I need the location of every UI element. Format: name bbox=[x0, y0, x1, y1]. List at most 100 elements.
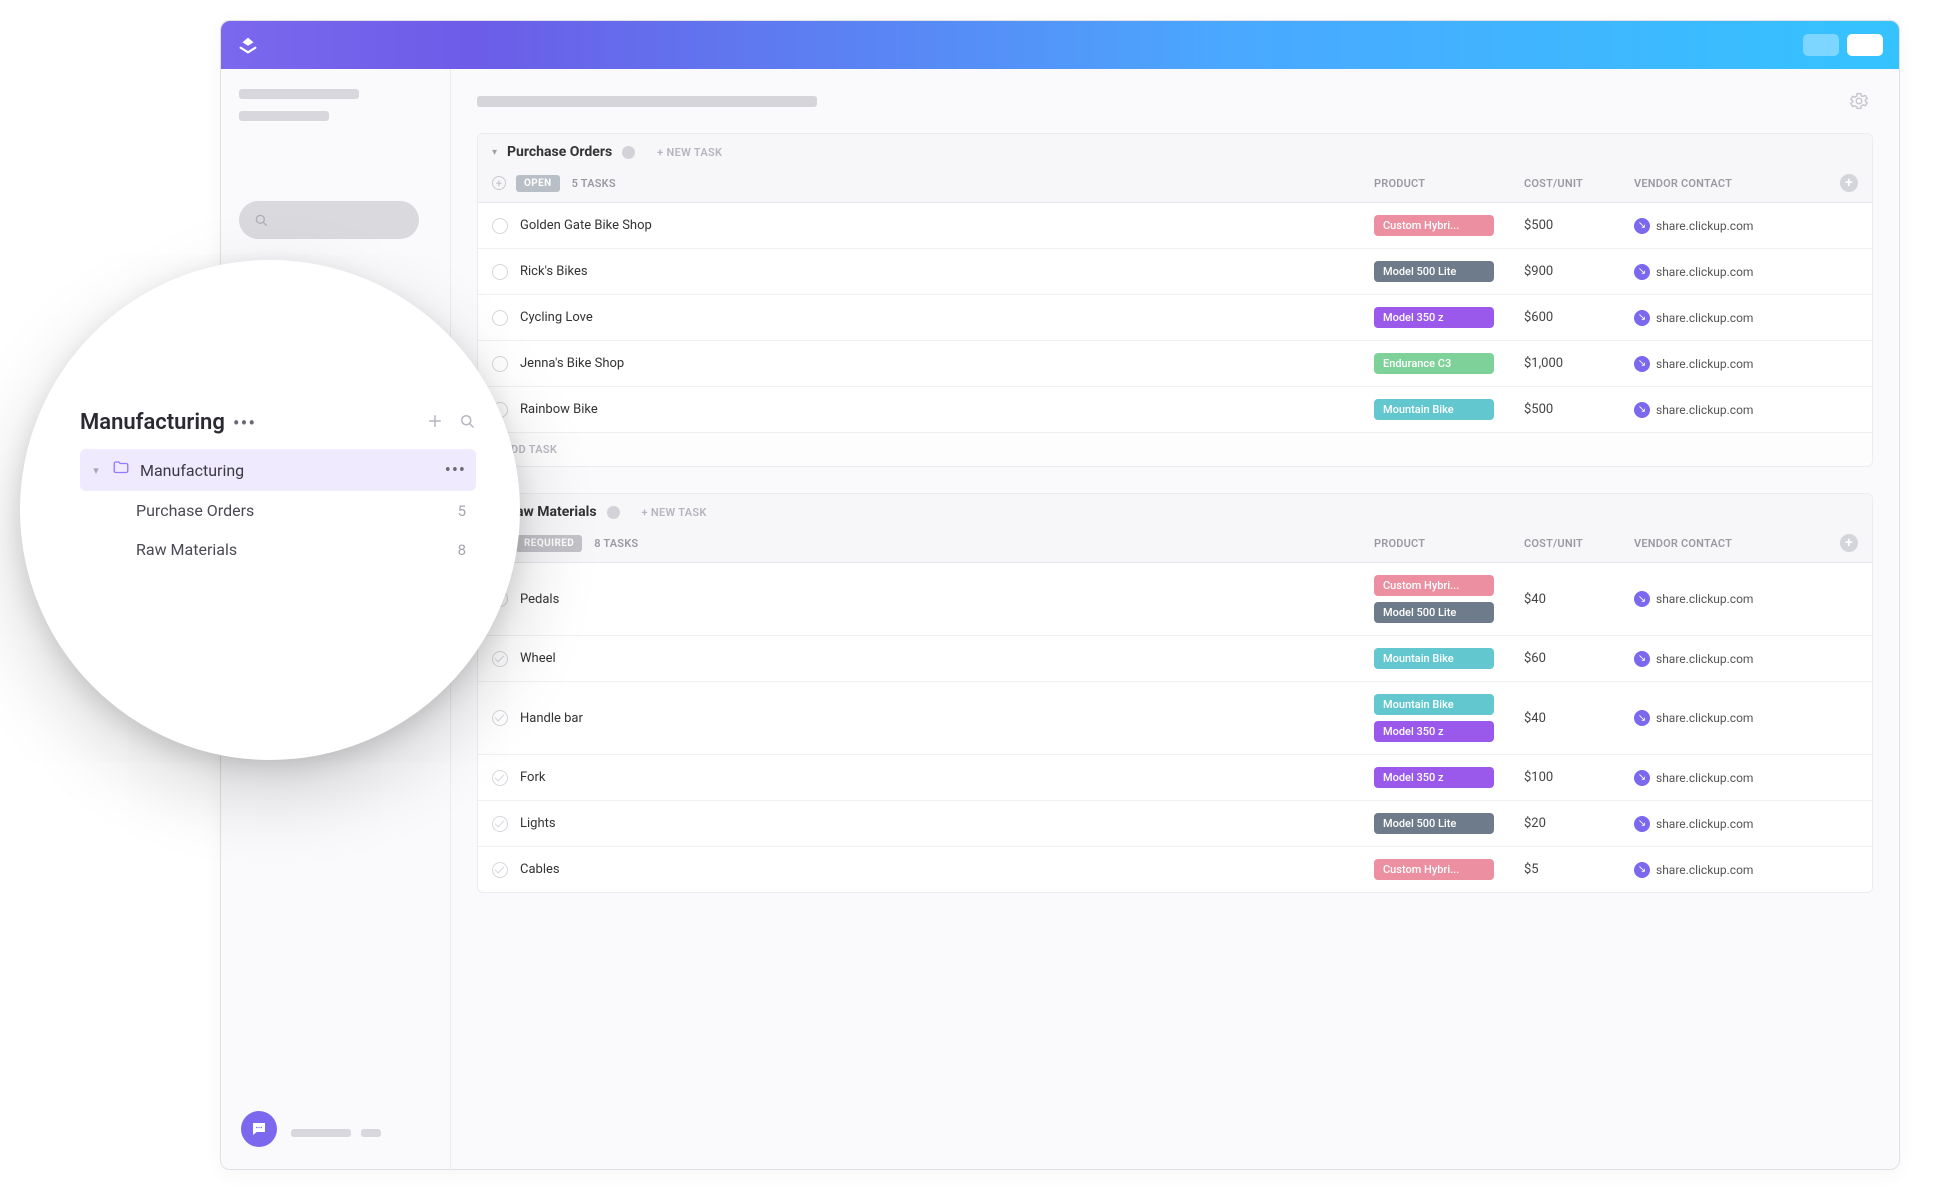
cost-cell[interactable]: $40 bbox=[1524, 592, 1634, 607]
vendor-link[interactable]: share.clickup.com bbox=[1656, 863, 1753, 877]
sidebar-search[interactable] bbox=[239, 201, 419, 239]
cost-cell[interactable]: $500 bbox=[1524, 218, 1634, 233]
vendor-cell[interactable]: ↘share.clickup.com bbox=[1634, 218, 1834, 234]
titlebar-pill[interactable] bbox=[1803, 34, 1839, 56]
vendor-cell[interactable]: ↘share.clickup.com bbox=[1634, 862, 1834, 878]
task-row[interactable]: Jenna's Bike ShopEndurance C3$1,000↘shar… bbox=[478, 340, 1872, 386]
search-button[interactable] bbox=[458, 412, 476, 434]
product-cell[interactable]: Mountain Bike bbox=[1374, 648, 1524, 669]
cost-cell[interactable]: $20 bbox=[1524, 816, 1634, 831]
product-cell[interactable]: Model 500 Lite bbox=[1374, 813, 1524, 834]
check-icon[interactable] bbox=[492, 264, 508, 280]
titlebar-pill-solid[interactable] bbox=[1847, 34, 1883, 56]
cost-cell[interactable]: $600 bbox=[1524, 310, 1634, 325]
product-tag[interactable]: Custom Hybri... bbox=[1374, 575, 1494, 596]
vendor-cell[interactable]: ↘share.clickup.com bbox=[1634, 402, 1834, 418]
product-cell[interactable]: Endurance C3 bbox=[1374, 353, 1524, 374]
check-icon[interactable] bbox=[492, 770, 508, 786]
task-row[interactable]: Rick's BikesModel 500 Lite$900↘share.cli… bbox=[478, 248, 1872, 294]
vendor-cell[interactable]: ↘share.clickup.com bbox=[1634, 264, 1834, 280]
new-task-button[interactable]: + NEW TASK bbox=[642, 506, 707, 519]
check-icon[interactable] bbox=[492, 816, 508, 832]
column-vendor[interactable]: VENDOR CONTACT bbox=[1634, 177, 1834, 190]
check-icon[interactable] bbox=[492, 356, 508, 372]
sidebar-list-raw-materials[interactable]: Raw Materials 8 bbox=[80, 530, 476, 569]
new-task-button[interactable]: + NEW TASK bbox=[657, 146, 722, 159]
add-status-icon[interactable]: + bbox=[492, 176, 506, 190]
group-header[interactable]: ▾Raw Materials+ NEW TASK bbox=[478, 494, 1872, 528]
add-task-button[interactable]: + ADD TASK bbox=[478, 432, 1872, 466]
vendor-cell[interactable]: ↘share.clickup.com bbox=[1634, 816, 1834, 832]
task-row[interactable]: LightsModel 500 Lite$20↘share.clickup.co… bbox=[478, 800, 1872, 846]
vendor-cell[interactable]: ↘share.clickup.com bbox=[1634, 356, 1834, 372]
cost-cell[interactable]: $40 bbox=[1524, 711, 1634, 726]
cost-cell[interactable]: $100 bbox=[1524, 770, 1634, 785]
product-tag[interactable]: Custom Hybri... bbox=[1374, 215, 1494, 236]
product-tag[interactable]: Model 500 Lite bbox=[1374, 261, 1494, 282]
product-tag[interactable]: Model 350 z bbox=[1374, 721, 1494, 742]
product-cell[interactable]: Model 350 z bbox=[1374, 307, 1524, 328]
status-chip[interactable]: REQUIRED bbox=[516, 535, 582, 552]
column-cost[interactable]: COST/UNIT bbox=[1524, 177, 1634, 190]
more-icon[interactable]: ••• bbox=[445, 460, 466, 481]
info-icon[interactable] bbox=[607, 506, 620, 519]
product-cell[interactable]: Model 350 z bbox=[1374, 767, 1524, 788]
product-tag[interactable]: Mountain Bike bbox=[1374, 648, 1494, 669]
product-tag[interactable]: Custom Hybri... bbox=[1374, 859, 1494, 880]
task-row[interactable]: WheelMountain Bike$60↘share.clickup.com bbox=[478, 635, 1872, 681]
task-row[interactable]: ForkModel 350 z$100↘share.clickup.com bbox=[478, 754, 1872, 800]
product-tag[interactable]: Model 500 Lite bbox=[1374, 813, 1494, 834]
product-cell[interactable]: Mountain Bike bbox=[1374, 399, 1524, 420]
vendor-cell[interactable]: ↘share.clickup.com bbox=[1634, 310, 1834, 326]
vendor-link[interactable]: share.clickup.com bbox=[1656, 357, 1753, 371]
more-icon[interactable]: ••• bbox=[233, 413, 256, 433]
product-cell[interactable]: Mountain Bike Model 350 z bbox=[1374, 694, 1524, 742]
product-tag[interactable]: Mountain Bike bbox=[1374, 399, 1494, 420]
cost-cell[interactable]: $900 bbox=[1524, 264, 1634, 279]
cost-cell[interactable]: $1,000 bbox=[1524, 356, 1634, 371]
vendor-link[interactable]: share.clickup.com bbox=[1656, 771, 1753, 785]
vendor-link[interactable]: share.clickup.com bbox=[1656, 403, 1753, 417]
vendor-cell[interactable]: ↘share.clickup.com bbox=[1634, 651, 1834, 667]
column-product[interactable]: PRODUCT bbox=[1374, 537, 1524, 550]
task-row[interactable]: Rainbow BikeMountain Bike$500↘share.clic… bbox=[478, 386, 1872, 432]
vendor-cell[interactable]: ↘share.clickup.com bbox=[1634, 591, 1834, 607]
product-cell[interactable]: Custom Hybri... bbox=[1374, 215, 1524, 236]
product-tag[interactable]: Endurance C3 bbox=[1374, 353, 1494, 374]
product-tag[interactable]: Model 350 z bbox=[1374, 767, 1494, 788]
cost-cell[interactable]: $5 bbox=[1524, 862, 1634, 877]
task-row[interactable]: Cycling LoveModel 350 z$600↘share.clicku… bbox=[478, 294, 1872, 340]
check-icon[interactable] bbox=[492, 218, 508, 234]
check-icon[interactable] bbox=[492, 310, 508, 326]
column-product[interactable]: PRODUCT bbox=[1374, 177, 1524, 190]
status-chip[interactable]: OPEN bbox=[516, 175, 560, 192]
vendor-link[interactable]: share.clickup.com bbox=[1656, 817, 1753, 831]
product-cell[interactable]: Custom Hybri... Model 500 Lite bbox=[1374, 575, 1524, 623]
product-cell[interactable]: Model 500 Lite bbox=[1374, 261, 1524, 282]
settings-button[interactable] bbox=[1845, 87, 1873, 115]
info-icon[interactable] bbox=[622, 146, 635, 159]
group-header[interactable]: ▾Purchase Orders+ NEW TASK bbox=[478, 134, 1872, 168]
task-row[interactable]: Handle barMountain BikeModel 350 z$40↘sh… bbox=[478, 681, 1872, 754]
vendor-cell[interactable]: ↘share.clickup.com bbox=[1634, 770, 1834, 786]
task-row[interactable]: PedalsCustom Hybri...Model 500 Lite$40↘s… bbox=[478, 562, 1872, 635]
product-tag[interactable]: Model 350 z bbox=[1374, 307, 1494, 328]
product-cell[interactable]: Custom Hybri... bbox=[1374, 859, 1524, 880]
product-tag[interactable]: Mountain Bike bbox=[1374, 694, 1494, 715]
vendor-link[interactable]: share.clickup.com bbox=[1656, 219, 1753, 233]
vendor-link[interactable]: share.clickup.com bbox=[1656, 711, 1753, 725]
add-column-button[interactable]: + bbox=[1840, 174, 1858, 192]
task-row[interactable]: Golden Gate Bike ShopCustom Hybri...$500… bbox=[478, 202, 1872, 248]
sidebar-folder-manufacturing[interactable]: ▾ Manufacturing ••• bbox=[80, 449, 476, 491]
product-tag[interactable]: Model 500 Lite bbox=[1374, 602, 1494, 623]
cost-cell[interactable]: $500 bbox=[1524, 402, 1634, 417]
add-button[interactable] bbox=[426, 412, 444, 434]
vendor-link[interactable]: share.clickup.com bbox=[1656, 652, 1753, 666]
chat-fab[interactable] bbox=[241, 1111, 277, 1147]
task-row[interactable]: CablesCustom Hybri...$5↘share.clickup.co… bbox=[478, 846, 1872, 892]
column-vendor[interactable]: VENDOR CONTACT bbox=[1634, 537, 1834, 550]
cost-cell[interactable]: $60 bbox=[1524, 651, 1634, 666]
check-icon[interactable] bbox=[492, 862, 508, 878]
add-column-button[interactable]: + bbox=[1840, 534, 1858, 552]
vendor-link[interactable]: share.clickup.com bbox=[1656, 311, 1753, 325]
